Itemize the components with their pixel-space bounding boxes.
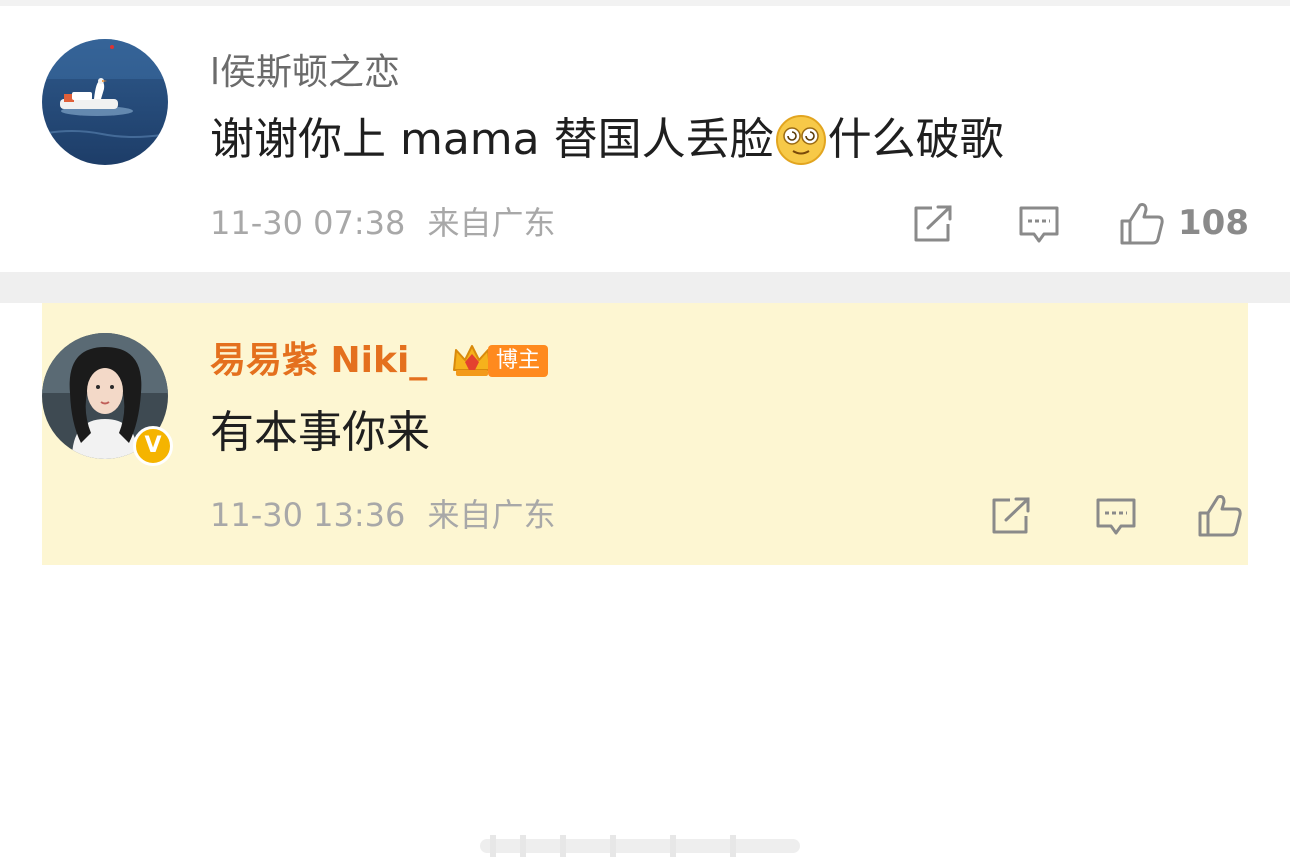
timestamp: 11-30 07:38 <box>210 204 406 242</box>
comment-icon <box>1019 206 1059 243</box>
reply-button[interactable] <box>1095 496 1137 538</box>
blogger-badge: 博主 <box>450 340 549 382</box>
badge-label: 博主 <box>488 345 549 377</box>
username[interactable]: 易易紫 Niki_ <box>210 340 427 382</box>
comment-separator <box>0 272 1290 303</box>
location: 来自广东 <box>427 204 556 242</box>
comment-meta: 11-30 07:38 来自广东 <box>210 203 556 243</box>
location: 来自广东 <box>427 496 556 534</box>
comment-item: l侯斯顿之恋 谢谢你上 mama 替国人丢脸 什么破歌 11-30 07:38 … <box>0 6 1290 272</box>
watermark-graphic <box>480 835 800 857</box>
like-button[interactable] <box>1196 491 1244 539</box>
thumbs-up-icon <box>1120 203 1164 245</box>
comment-icon <box>1096 498 1136 535</box>
like-button[interactable]: 108 <box>1118 199 1249 247</box>
comment-item: 易易紫 Niki_ 博主 有本事你来 11-30 13:36 来自广东 <box>0 303 1290 857</box>
comment-text: 有本事你来 <box>210 407 430 458</box>
share-button[interactable] <box>912 204 954 244</box>
dizzy-face-emoji-icon <box>775 115 826 165</box>
thumbs-up-icon <box>1198 495 1242 537</box>
timestamp: 11-30 13:36 <box>210 496 406 534</box>
share-icon <box>914 205 952 242</box>
comment-text-part: 谢谢你上 mama 替国人丢脸 <box>210 114 774 165</box>
comment-text-part: 什么破歌 <box>827 114 1004 165</box>
like-count: 108 <box>1178 203 1249 243</box>
avatar[interactable] <box>42 39 168 165</box>
share-icon <box>992 497 1030 534</box>
share-button[interactable] <box>990 496 1032 536</box>
comment-text: 谢谢你上 mama 替国人丢脸 什么破歌 <box>210 112 1004 168</box>
comment-meta: 11-30 13:36 来自广东 <box>210 495 556 535</box>
username[interactable]: l侯斯顿之恋 <box>210 52 400 94</box>
verified-badge-icon: V <box>133 426 173 466</box>
reply-button[interactable] <box>1018 204 1060 246</box>
